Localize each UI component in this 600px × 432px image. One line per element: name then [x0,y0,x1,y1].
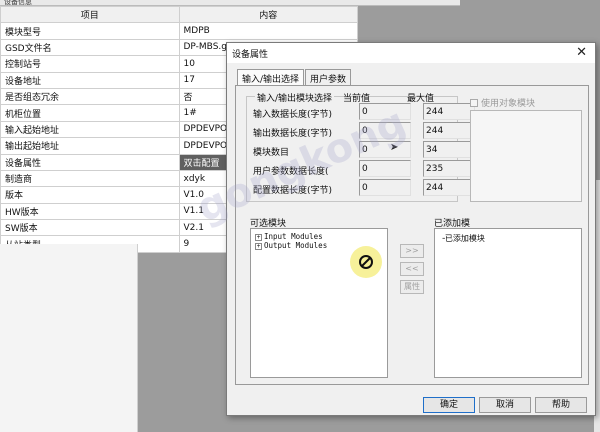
use-module-checkbox-wrap[interactable]: 使用对象模块 [470,96,535,109]
add-module-button[interactable]: >> [400,244,424,258]
row-key: 机柜位置 [0,104,180,122]
tab-user-params[interactable]: 用户参数 [305,69,352,85]
io-module-group: 输入/输出模块选择 当前值 最大值 输入数据长度(字节) 输出数据长度(字节) … [246,91,475,202]
group-label: 输入/输出模块选择 [255,91,335,104]
dialog-tabs: 输入/输出选择 用户参数 [237,69,352,86]
tab-io-select[interactable]: 输入/输出选择 [237,69,305,86]
device-property-dialog: 设备属性 ✕ 输入/输出选择 用户参数 输入/输出模块选择 当前值 最大值 输入… [226,42,596,416]
tab-page-io: 输入/输出模块选择 当前值 最大值 输入数据长度(字节) 输出数据长度(字节) … [235,85,589,385]
config-length-label: 配置数据长度(字节) [253,186,333,196]
row-key: 输出起始地址 [0,137,180,155]
module-count-current[interactable] [359,141,411,158]
input-length-current[interactable] [359,103,411,120]
module-properties-button[interactable]: 属性 [400,280,424,294]
row-key: 输入起始地址 [0,120,180,139]
close-icon[interactable]: ✕ [576,45,587,60]
row-value[interactable]: MDPB [178,22,358,40]
tree-item-label: Input Modules [264,232,323,241]
user-param-length-current[interactable] [359,160,411,177]
output-length-current[interactable] [359,122,411,139]
header-item: 项目 [0,5,180,24]
output-length-label: 输出数据长度(字节) [253,129,333,139]
use-module-checkbox[interactable] [470,98,478,107]
input-length-max[interactable] [423,103,475,120]
module-count-label: 模块数目 [253,148,290,158]
tree-root-added[interactable]: ╶已添加模块 [440,233,485,244]
row-key: HW版本 [0,202,180,221]
row-key: 制造商 [0,169,180,188]
output-length-max[interactable] [423,122,475,139]
help-button[interactable]: 帮助 [535,397,587,413]
tree-item-output-modules[interactable]: + Output Modules [255,241,327,250]
row-key: 控制站号 [0,55,180,73]
mouse-cursor-icon: ➤ [390,142,399,153]
use-module-label: 使用对象模块 [481,99,536,109]
user-param-length-max[interactable] [423,160,475,177]
remove-module-button[interactable]: << [400,262,424,276]
row-key: 是否组态冗余 [0,87,180,106]
object-module-box [470,110,582,202]
row-key: 版本 [0,186,180,204]
row-key: 模块型号 [0,22,180,40]
user-param-length-label: 用户参数数据长度( [253,167,329,177]
expand-icon[interactable]: + [255,242,262,250]
tree-item-label: Output Modules [264,241,328,250]
dialog-title: 设备属性 [232,50,269,60]
row-key: 设备属性 [0,153,180,171]
table-header-row: 项目 内容 [0,5,358,24]
tree-root-label: 已添加模块 [444,234,485,243]
no-entry-cursor-icon [350,246,382,278]
config-length-max[interactable] [423,179,475,196]
row-key: 设备地址 [0,71,180,89]
dialog-titlebar[interactable]: 设备属性 ✕ [227,43,595,63]
header-content: 内容 [178,5,358,24]
config-length-current[interactable] [359,179,411,196]
row-key: SW版本 [0,219,180,237]
added-modules-tree[interactable]: ╶已添加模块 [434,228,582,378]
ok-button[interactable]: 确定 [423,397,475,413]
table-row[interactable]: 模块型号 MDPB [0,22,358,40]
cancel-button[interactable]: 取消 [479,397,531,413]
tree-item-input-modules[interactable]: + Input Modules [255,232,323,241]
expand-icon[interactable]: + [255,233,262,241]
input-length-label: 输入数据长度(字节) [253,110,333,120]
table-empty-area [0,244,138,432]
row-key: GSD文件名 [0,38,180,57]
module-count-max[interactable] [423,141,475,158]
